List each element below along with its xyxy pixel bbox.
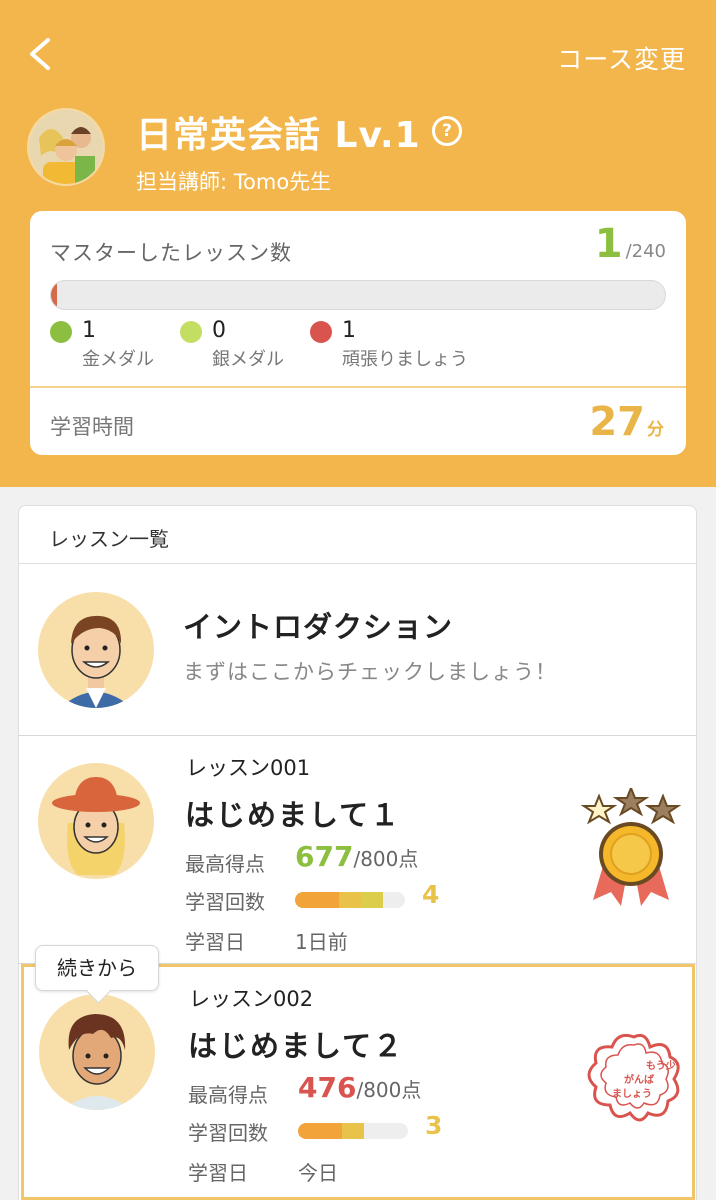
try-again-stamp-icon: もう少 がんば ましょう <box>587 1033 680 1122</box>
attempts-count: 4 <box>422 880 440 909</box>
gold-count: 1 <box>82 318 96 343</box>
red-dot-icon <box>310 321 332 343</box>
best-score-row: 最高得点 476/800点 <box>188 1071 421 1108</box>
intro-subtitle: まずはここからチェックしましょう！ <box>183 660 557 684</box>
help-circle-icon[interactable]: ? <box>432 116 462 146</box>
svg-text:ましょう: ましょう <box>612 1088 652 1100</box>
course-header: コース変更 日常英会話 Lv.1 ? 担当講師: Tomo先生 マスターしたレッ… <box>0 0 716 487</box>
change-course-button[interactable]: コース変更 <box>557 40 686 76</box>
best-score-label: 最高得点 <box>188 1083 268 1107</box>
attempts-bar <box>295 892 405 908</box>
stats-divider <box>30 386 686 388</box>
silver-label: 銀メダル <box>212 349 284 370</box>
try-again-count: 1 <box>342 318 356 343</box>
attempts-bar <box>298 1123 408 1139</box>
study-date: 1日前 <box>295 930 348 954</box>
attempts-row: 学習回数 4 <box>185 880 439 915</box>
study-date-row: 学習日 1日前 <box>185 926 348 955</box>
best-score-label: 最高得点 <box>185 852 265 876</box>
lesson-avatar <box>38 763 154 879</box>
gold-dot-icon <box>50 321 72 343</box>
intro-title: イントロダクション <box>183 610 454 644</box>
lesson-item-current[interactable]: レッスン002 はじめまして２ 最高得点 476/800点 学習回数 3 学習日… <box>21 964 695 1200</box>
gold-medal-icon <box>581 788 681 906</box>
stats-card: マスターしたレッスン数 1/240 1 金メダル 0 銀メダル 1 頑張りましょ… <box>30 211 686 455</box>
mastery-progress-bar <box>50 280 666 310</box>
mastered-count: 1/240 <box>594 221 666 267</box>
lesson-title: はじめまして１ <box>185 798 402 832</box>
lesson-title: はじめまして２ <box>188 1029 405 1063</box>
teacher-avatar <box>38 592 154 708</box>
best-score-row: 最高得点 677/800点 <box>185 840 418 877</box>
progress-fill <box>51 281 58 309</box>
study-date: 今日 <box>298 1161 338 1185</box>
study-date-label: 学習日 <box>188 1161 248 1185</box>
svg-text:がんば: がんば <box>624 1073 654 1086</box>
lesson-list-heading: レッスン一覧 <box>19 506 696 564</box>
best-score: 677/800点 <box>295 840 419 873</box>
attempts-label: 学習回数 <box>188 1121 268 1145</box>
attempts-count: 3 <box>425 1111 443 1140</box>
attempts-row: 学習回数 3 <box>188 1111 442 1146</box>
study-time-label: 学習時間 <box>50 415 134 439</box>
svg-text:もう少: もう少 <box>646 1059 676 1072</box>
mastered-label: マスターしたレッスン数 <box>50 241 292 265</box>
intro-item[interactable]: イントロダクション まずはここからチェックしましょう！ <box>19 564 696 736</box>
attempts-label: 学習回数 <box>185 890 265 914</box>
lesson-avatar <box>39 994 155 1110</box>
study-time: 27 分 <box>589 399 664 445</box>
study-date-row: 学習日 今日 <box>188 1157 338 1186</box>
lesson-list: レッスン一覧 イントロダクション まずはここからチェックしましょう！ レッスン0… <box>18 505 697 1200</box>
course-avatar <box>27 108 105 186</box>
best-score: 476/800点 <box>298 1071 422 1104</box>
try-again-label: 頑張りましょう <box>342 349 468 370</box>
lesson-number: レッスン002 <box>189 987 314 1011</box>
chevron-left-icon[interactable] <box>24 36 60 72</box>
course-title: 日常英会話 Lv.1 <box>136 115 421 156</box>
study-date-label: 学習日 <box>185 930 245 954</box>
instructor-name: 担当講師: Tomo先生 <box>136 170 332 194</box>
silver-count: 0 <box>212 318 226 343</box>
continue-tooltip[interactable]: 続きから <box>35 945 159 991</box>
silver-dot-icon <box>180 321 202 343</box>
gold-label: 金メダル <box>82 349 154 370</box>
lesson-number: レッスン001 <box>186 756 311 780</box>
lesson-item[interactable]: レッスン001 はじめまして１ 最高得点 677/800点 学習回数 4 学習日… <box>19 736 696 964</box>
